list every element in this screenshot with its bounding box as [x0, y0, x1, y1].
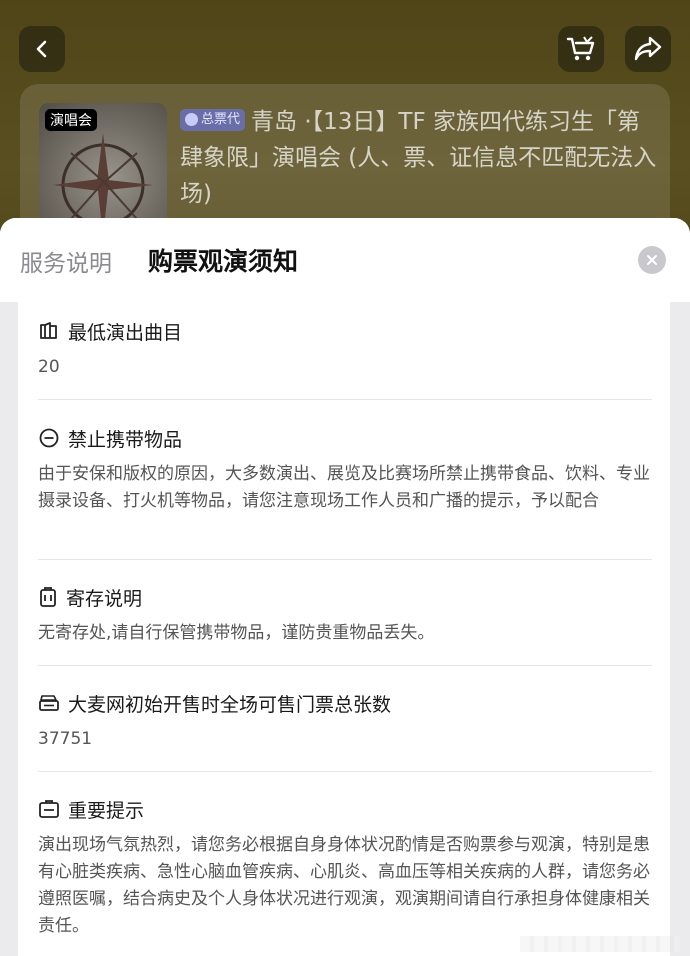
share-icon [634, 36, 662, 61]
divider [38, 399, 652, 400]
section-title-text: 禁止携带物品 [68, 428, 183, 451]
chevron-left-icon [36, 40, 47, 58]
section-important-notice: 重要提示 演出现场气氛热烈，请您务必根据自身身体状况酌情是否购票参与观演，特别是… [38, 796, 650, 940]
section-body: 由于安保和版权的原因，大多数演出、展览及比赛场所禁止携带食品、饮料、专业摄录设备… [38, 464, 650, 511]
event-title-text: 青岛 ·【13日】TF 家族四代练习生「第肆象限」演唱会 (人、票、证信息不匹配… [180, 109, 657, 207]
close-button[interactable] [638, 246, 666, 274]
sheet-header: 服务说明 购票观演须知 [0, 218, 690, 302]
section-title-text: 重要提示 [68, 799, 145, 822]
divider [38, 559, 652, 560]
tab-purchase-notice[interactable]: 购票观演须知 [148, 242, 298, 278]
section-title: 禁止携带物品 [38, 425, 650, 451]
close-icon [647, 255, 657, 265]
notice-content: 最低演出曲目 20 禁止携带物品 由于安保和版权的原因，大多数演出、展览及比赛场… [18, 302, 670, 956]
notice-sheet: 服务说明 购票观演须知 最低演出曲目 20 禁止携带物品 由于安保和版权的原因，… [0, 218, 690, 956]
section-body: 37751 [38, 729, 93, 749]
watermark [520, 936, 680, 952]
section-title-text: 最低演出曲目 [68, 321, 183, 344]
section-min-songs: 最低演出曲目 20 [38, 318, 650, 381]
agent-badge: 总票代 [180, 108, 246, 131]
section-title-text: 寄存说明 [66, 587, 143, 610]
cart-button[interactable] [558, 26, 604, 72]
section-title: 最低演出曲目 [38, 318, 650, 344]
locker-icon [40, 587, 56, 607]
agent-badge-icon [185, 113, 198, 126]
section-title: 大麦网初始开售时全场可售门票总张数 [38, 690, 650, 716]
ticket-stack-icon [39, 695, 59, 711]
category-tag: 演唱会 [45, 109, 97, 131]
agent-badge-label: 总票代 [201, 111, 241, 127]
section-body: 20 [38, 357, 60, 377]
section-total-tickets: 大麦网初始开售时全场可售门票总张数 37751 [38, 690, 650, 753]
section-title: 重要提示 [38, 796, 650, 822]
tab-service-info[interactable]: 服务说明 [20, 244, 112, 278]
section-title-text: 大麦网初始开售时全场可售门票总张数 [68, 693, 392, 716]
divider [38, 665, 652, 666]
music-note-icon [40, 322, 57, 339]
section-title: 寄存说明 [38, 584, 650, 610]
back-button[interactable] [19, 26, 65, 72]
divider [38, 771, 652, 772]
notice-icon [39, 800, 59, 818]
section-body: 演出现场气氛热烈，请您务必根据自身身体状况酌情是否购票参与观演，特别是患有心脏类… [38, 835, 650, 936]
section-body: 无寄存处,请自行保管携带物品，谨防贵重物品丢失。 [38, 623, 435, 643]
cart-icon [566, 36, 595, 61]
section-prohibited-items: 禁止携带物品 由于安保和版权的原因，大多数演出、展览及比赛场所禁止携带食品、饮料… [38, 425, 650, 515]
prohibited-icon [39, 428, 59, 448]
share-button[interactable] [625, 26, 671, 72]
section-storage: 寄存说明 无寄存处,请自行保管携带物品，谨防贵重物品丢失。 [38, 584, 650, 647]
event-title: 总票代 青岛 ·【13日】TF 家族四代练习生「第肆象限」演唱会 (人、票、证信息… [180, 104, 660, 212]
